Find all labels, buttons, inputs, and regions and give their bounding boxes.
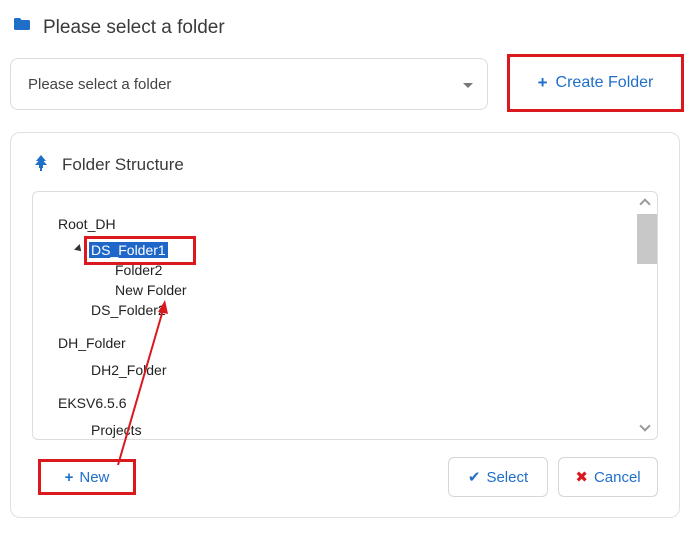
cancel-button[interactable]: ✖ Cancel <box>558 457 658 497</box>
tree-node-eksv[interactable]: EKSV6.5.6 <box>58 395 127 411</box>
scroll-up-icon[interactable] <box>639 198 651 210</box>
folder-select[interactable]: Please select a folder <box>10 58 488 110</box>
tree-scrollbar[interactable] <box>636 192 657 438</box>
cancel-label: Cancel <box>593 468 641 486</box>
scrollbar-thumb[interactable] <box>637 214 657 264</box>
new-folder-button[interactable]: + New <box>38 459 136 495</box>
chevron-down-icon <box>463 83 473 88</box>
close-icon: ✖ <box>575 469 588 486</box>
folder-tree[interactable]: Root_DH DS_Folder1 Folder2 New Folder DS… <box>32 191 658 440</box>
check-icon: ✔ <box>467 469 481 486</box>
create-folder-label: Create Folder <box>555 74 654 91</box>
scroll-down-icon[interactable] <box>639 420 651 432</box>
select-label: Select <box>486 468 529 486</box>
tree-icon <box>35 155 47 171</box>
plus-icon: + <box>537 73 548 92</box>
tree-node-dh-folder[interactable]: DH_Folder <box>58 335 126 351</box>
tree-node-projects[interactable]: Projects <box>91 422 142 438</box>
select-button[interactable]: ✔ Select <box>448 457 548 497</box>
new-label: New <box>79 468 110 486</box>
page-title: Please select a folder <box>43 17 225 38</box>
tree-node-root-dh[interactable]: Root_DH <box>58 216 116 232</box>
folder-select-placeholder: Please select a folder <box>28 76 172 93</box>
tree-node-new-folder[interactable]: New Folder <box>115 282 187 298</box>
tree-node-ds-folder2[interactable]: DS_Folder2 <box>91 302 166 318</box>
tree-node-dh2-folder[interactable]: DH2_Folder <box>91 362 166 378</box>
plus-icon: + <box>64 468 74 486</box>
panel-title: Folder Structure <box>62 155 184 174</box>
folder-icon <box>14 18 30 30</box>
create-folder-button[interactable]: + Create Folder <box>507 54 684 112</box>
highlight-box-ds-folder1 <box>84 236 196 265</box>
expand-arrow-icon[interactable] <box>74 244 84 254</box>
